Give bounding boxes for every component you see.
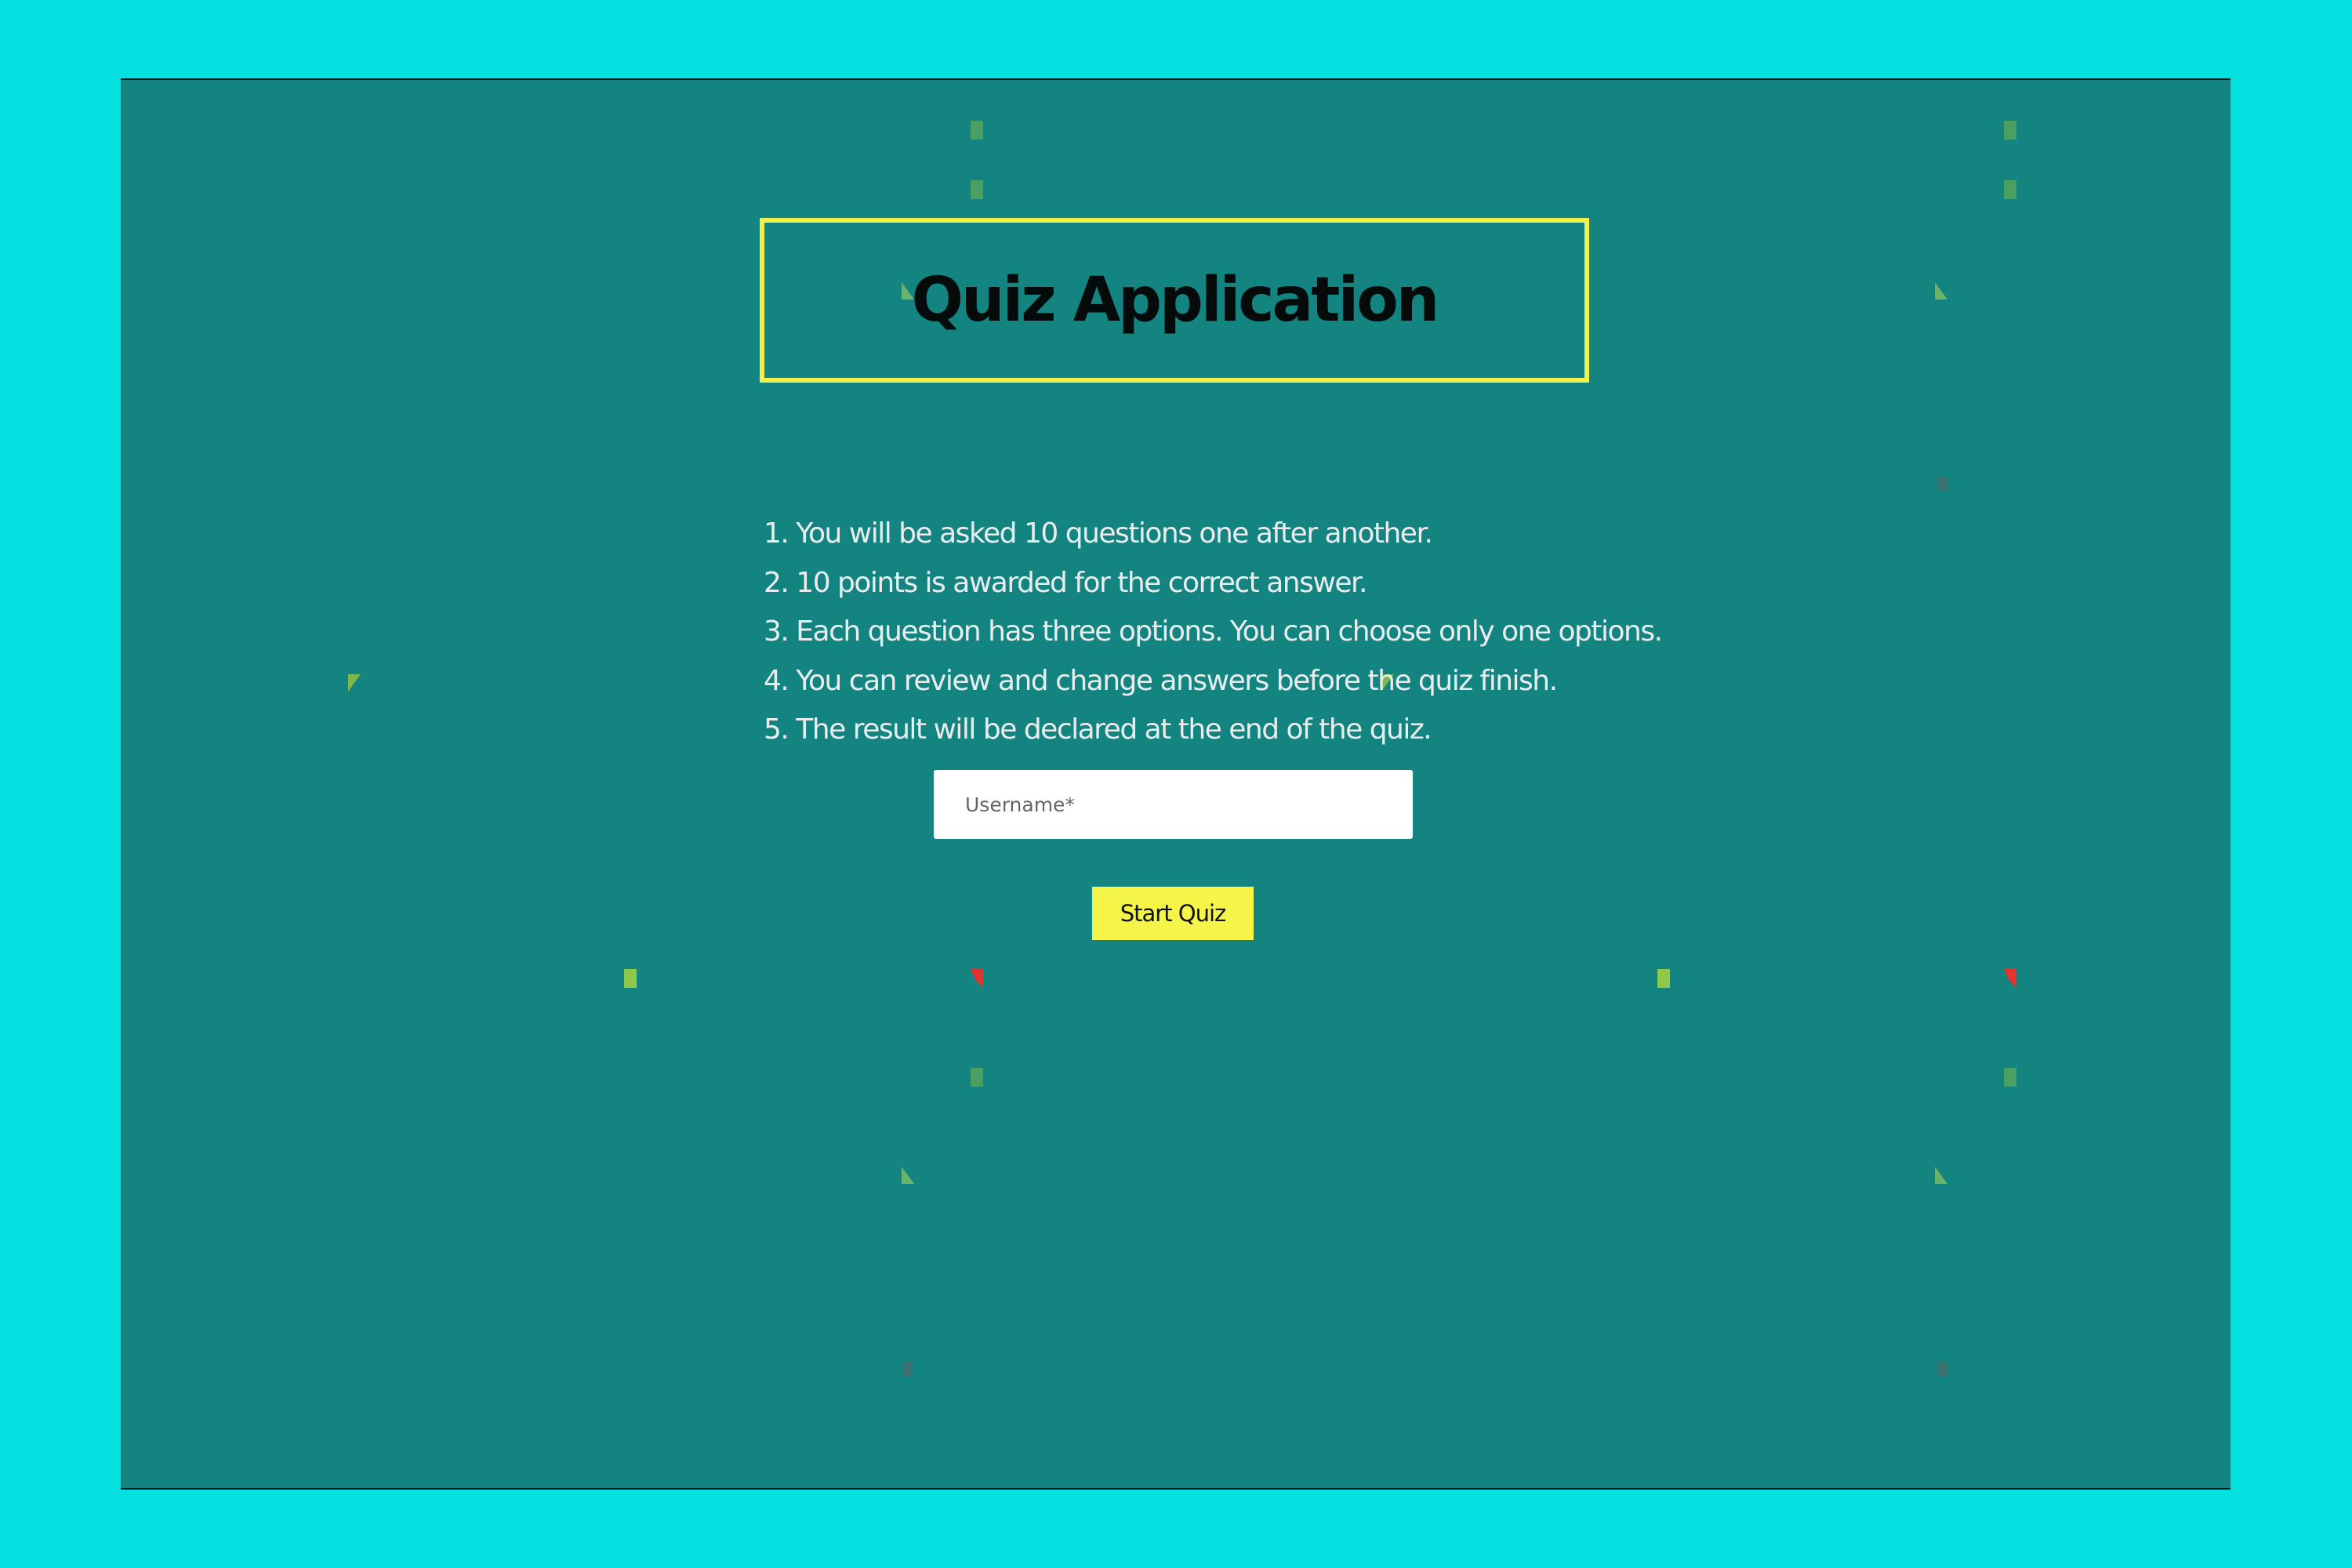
rules-list: 1. You will be asked 10 questions one af… xyxy=(764,510,1704,755)
confetti-particle xyxy=(2004,1068,2016,1087)
confetti-particle xyxy=(348,674,361,691)
title-box: Quiz Application xyxy=(760,218,1589,383)
rule-item: 5. The result will be declared at the en… xyxy=(764,713,1432,746)
rule-item: 4. You can review and change answers bef… xyxy=(764,664,1558,697)
confetti-particle xyxy=(971,969,983,988)
confetti-particle xyxy=(2004,121,2016,140)
confetti-particle xyxy=(2004,969,2016,988)
rule-item: 1. You will be asked 10 questions one af… xyxy=(764,517,1433,550)
confetti-particle xyxy=(2004,180,2016,199)
confetti-particle xyxy=(1935,1167,1947,1184)
confetti-particle xyxy=(971,1068,983,1087)
app-window: Quiz Application 1. You will be asked 10… xyxy=(121,78,2230,1490)
start-quiz-button[interactable]: Start Quiz xyxy=(1092,887,1254,940)
confetti-particle xyxy=(971,121,983,140)
confetti-particle xyxy=(903,1363,913,1377)
page-title: Quiz Application xyxy=(911,265,1440,336)
confetti-particle xyxy=(971,180,983,199)
confetti-particle xyxy=(1657,969,1670,988)
confetti-particle xyxy=(624,969,637,988)
rule-item: 2. 10 points is awarded for the correct … xyxy=(764,566,1367,599)
confetti-particle xyxy=(1938,477,1947,491)
confetti-particle xyxy=(902,1167,914,1184)
confetti-particle xyxy=(1935,282,1947,299)
confetti-particle xyxy=(1938,1363,1947,1377)
rule-item: 3. Each question has three options. You … xyxy=(764,615,1663,648)
username-input[interactable] xyxy=(934,770,1413,839)
